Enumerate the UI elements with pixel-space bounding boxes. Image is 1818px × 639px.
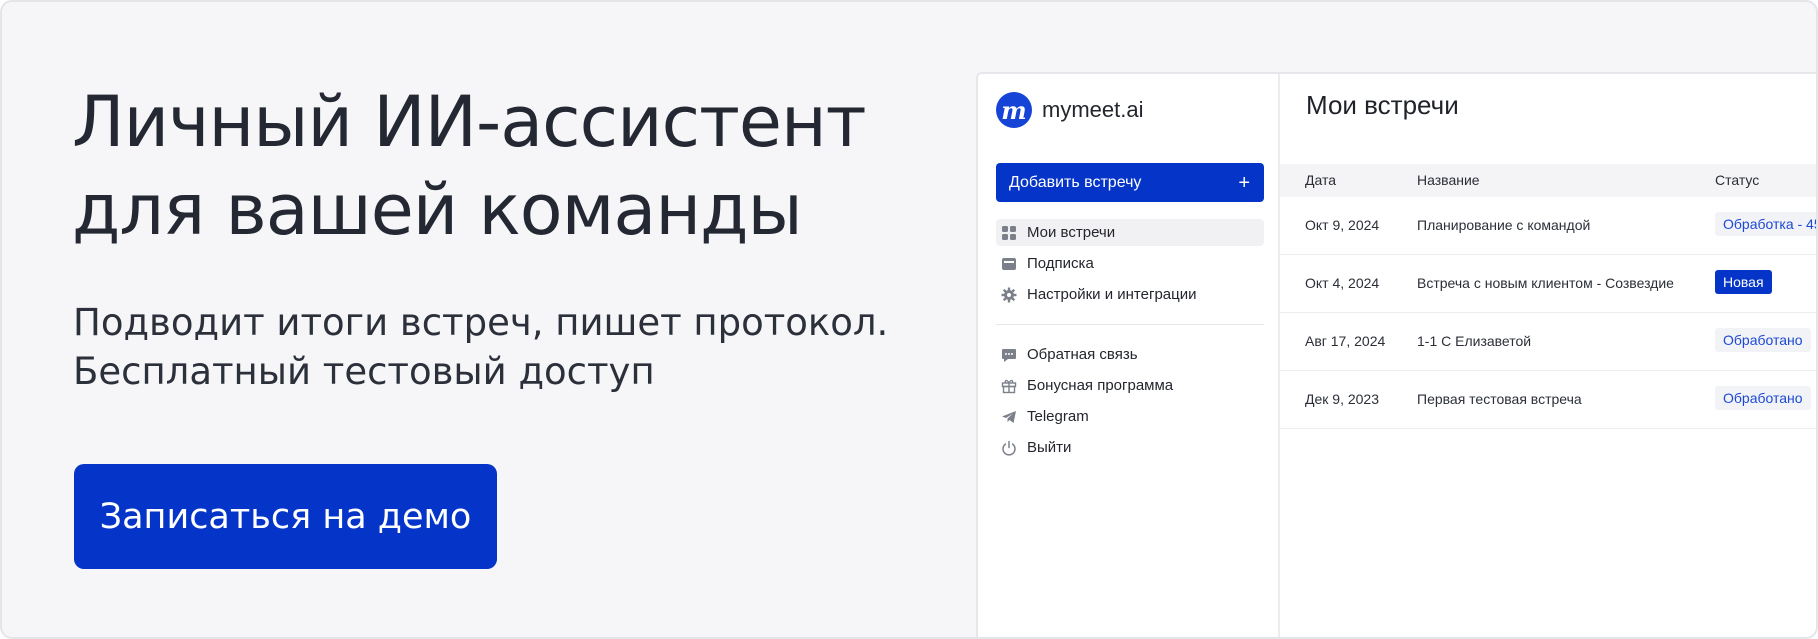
wallet-icon: [1001, 256, 1017, 272]
secondary-nav: Обратная связь Бонусная программа Telegr…: [996, 341, 1264, 465]
subheadline: Подводит итоги встреч, пишет протокол. Б…: [73, 298, 953, 396]
status-badge: Обработано: [1715, 328, 1811, 352]
sidebar-item-label: Telegram: [1027, 408, 1089, 425]
sidebar-item-label: Выйти: [1027, 439, 1072, 456]
headline-line-1: Личный ИИ-ассистент: [72, 81, 867, 163]
meeting-date: Окт 4, 2024: [1305, 275, 1380, 291]
sidebar-item-label: Подписка: [1027, 255, 1094, 272]
sidebar-item-telegram[interactable]: Telegram: [996, 403, 1264, 430]
subheadline-line-2: Бесплатный тестовый доступ: [73, 350, 655, 393]
meeting-name: Планирование с командой: [1417, 217, 1591, 233]
logo-mark-icon: m: [996, 92, 1032, 128]
meeting-date: Окт 9, 2024: [1305, 217, 1380, 233]
gift-icon: [1001, 378, 1017, 394]
page-title: Мои встречи: [1306, 90, 1459, 120]
meetings-panel: Мои встречи Дата Название Статус Окт 9, …: [1280, 74, 1816, 637]
sidebar-item-my-meetings[interactable]: Мои встречи: [996, 219, 1264, 246]
sidebar-item-subscription[interactable]: Подписка: [996, 250, 1264, 277]
subheadline-line-1: Подводит итоги встреч, пишет протокол.: [73, 301, 889, 344]
column-header-name[interactable]: Название: [1417, 172, 1480, 188]
logo-text: mymeet.ai: [1042, 97, 1144, 122]
primary-nav: Мои встречи Подписка Настройки и интегра…: [996, 219, 1264, 312]
sidebar-item-bonus[interactable]: Бонусная программа: [996, 372, 1264, 399]
status-badge: Новая: [1715, 270, 1772, 294]
meeting-date: Дек 9, 2023: [1305, 391, 1379, 407]
gear-icon: [1001, 287, 1017, 303]
table-header: Дата Название Статус: [1280, 164, 1816, 197]
meeting-name: Встреча с новым клиентом - Созвездие: [1417, 275, 1674, 291]
status-badge: Обработано: [1715, 386, 1811, 410]
sidebar-item-label: Настройки и интеграции: [1027, 286, 1197, 303]
power-icon: [1001, 440, 1017, 456]
nav-divider: [996, 324, 1264, 325]
logo[interactable]: m mymeet.ai: [996, 92, 1143, 128]
add-meeting-label: Добавить встречу: [1009, 173, 1142, 191]
sidebar-item-label: Обратная связь: [1027, 346, 1138, 363]
book-demo-button[interactable]: Записаться на демо: [74, 464, 497, 569]
table-row[interactable]: Авг 17, 2024 1-1 С Елизаветой Обработано: [1280, 313, 1816, 371]
chat-icon: [1001, 347, 1017, 363]
column-header-date[interactable]: Дата: [1305, 172, 1336, 188]
telegram-icon: [1001, 409, 1017, 425]
table-row[interactable]: Окт 9, 2024 Планирование с командой Обра…: [1280, 197, 1816, 255]
headline-line-2: для вашей команды: [72, 169, 803, 251]
grid-icon: [1001, 225, 1017, 241]
sidebar-item-feedback[interactable]: Обратная связь: [996, 341, 1264, 368]
sidebar-item-logout[interactable]: Выйти: [996, 434, 1264, 461]
table-row[interactable]: Дек 9, 2023 Первая тестовая встреча Обра…: [1280, 371, 1816, 429]
sidebar-item-label: Бонусная программа: [1027, 377, 1174, 394]
sidebar-item-settings[interactable]: Настройки и интеграции: [996, 281, 1264, 308]
promo-banner: Личный ИИ-ассистент для вашей команды По…: [0, 0, 1818, 639]
meeting-name: 1-1 С Елизаветой: [1417, 333, 1532, 349]
meeting-name: Первая тестовая встреча: [1417, 391, 1582, 407]
add-meeting-button[interactable]: Добавить встречу +: [996, 163, 1264, 202]
headline: Личный ИИ-ассистент для вашей команды: [72, 78, 932, 254]
sidebar: m mymeet.ai Добавить встречу + Мои встре…: [978, 74, 1280, 637]
plus-icon: +: [1238, 171, 1250, 194]
app-preview: m mymeet.ai Добавить встречу + Мои встре…: [976, 72, 1816, 637]
table-row[interactable]: Окт 4, 2024 Встреча с новым клиентом - С…: [1280, 255, 1816, 313]
status-badge: Обработка - 45: [1715, 212, 1816, 236]
sidebar-item-label: Мои встречи: [1027, 224, 1116, 241]
column-header-status[interactable]: Статус: [1715, 172, 1759, 188]
meeting-date: Авг 17, 2024: [1305, 333, 1386, 349]
